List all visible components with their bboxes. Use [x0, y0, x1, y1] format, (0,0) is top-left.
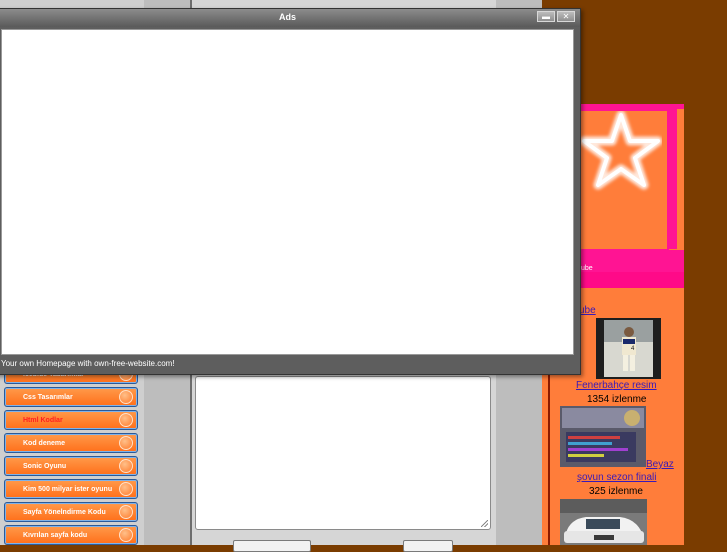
- orb-icon: [119, 528, 133, 542]
- video-title-2a[interactable]: Beyaz: [646, 459, 674, 470]
- menu-item-sayfa-yonlendirme[interactable]: Sayfa Yönelndirme Kodu: [4, 502, 138, 522]
- ads-window-title: Ads: [278, 12, 296, 22]
- sidebar-stripe: [669, 109, 677, 249]
- orb-icon: [119, 436, 133, 450]
- video-title-1[interactable]: Fenerbahçe resim: [576, 380, 657, 391]
- reset-button[interactable]: [403, 540, 453, 552]
- sidebar-section-link[interactable]: ube: [579, 305, 596, 316]
- close-button[interactable]: ✕: [557, 11, 575, 22]
- orb-icon: [119, 459, 133, 473]
- car-photo-icon: [560, 499, 647, 545]
- video-thumbnail-3[interactable]: [560, 499, 647, 545]
- star-icon: [580, 111, 662, 190]
- menu-item-sonic[interactable]: Sonic Oyunu: [4, 456, 138, 476]
- video-title-2b[interactable]: şovun sezon finali: [577, 472, 657, 483]
- ads-titlebar[interactable]: Ads ▬ ✕: [0, 9, 580, 27]
- minimize-button[interactable]: ▬: [537, 11, 555, 22]
- orb-icon: [119, 390, 133, 404]
- close-icon: ✕: [562, 12, 570, 21]
- video-thumbnail-2[interactable]: [560, 406, 646, 467]
- minimize-icon: ▬: [542, 12, 550, 21]
- resize-handle-icon[interactable]: [481, 520, 488, 527]
- orb-icon: [119, 482, 133, 496]
- submit-button[interactable]: [233, 540, 311, 552]
- orb-icon: [119, 505, 133, 519]
- orb-icon: [119, 413, 133, 427]
- menu-item-css[interactable]: Css Tasarımlar: [4, 387, 138, 407]
- menu-item-html[interactable]: Html Kodlar: [4, 410, 138, 430]
- menu-item-kod-deneme[interactable]: Kod deneme: [4, 433, 138, 453]
- left-menu: Iceblue Tasarımlar Css Tasarımlar Html K…: [4, 364, 138, 548]
- video-views-2: 325 izlenme: [589, 486, 643, 497]
- tv-show-icon: [560, 406, 646, 467]
- video-thumbnail-1[interactable]: 4: [596, 318, 661, 379]
- video-views-1: 1354 izlenme: [587, 394, 647, 405]
- ads-window[interactable]: Ads ▬ ✕ Your own Homepage with own-free-…: [0, 8, 581, 375]
- ads-content-area[interactable]: [1, 29, 574, 355]
- ads-status-text[interactable]: Your own Homepage with own-free-website.…: [1, 359, 175, 368]
- message-textarea[interactable]: [195, 376, 491, 530]
- sidebar-band-label: ube: [581, 265, 593, 272]
- player-photo-icon: 4: [596, 318, 661, 379]
- menu-item-kim-500[interactable]: Kim 500 milyar ister oyunu: [4, 479, 138, 499]
- menu-item-kivrilan-sayfa[interactable]: Kıvrılan sayfa kodu: [4, 525, 138, 545]
